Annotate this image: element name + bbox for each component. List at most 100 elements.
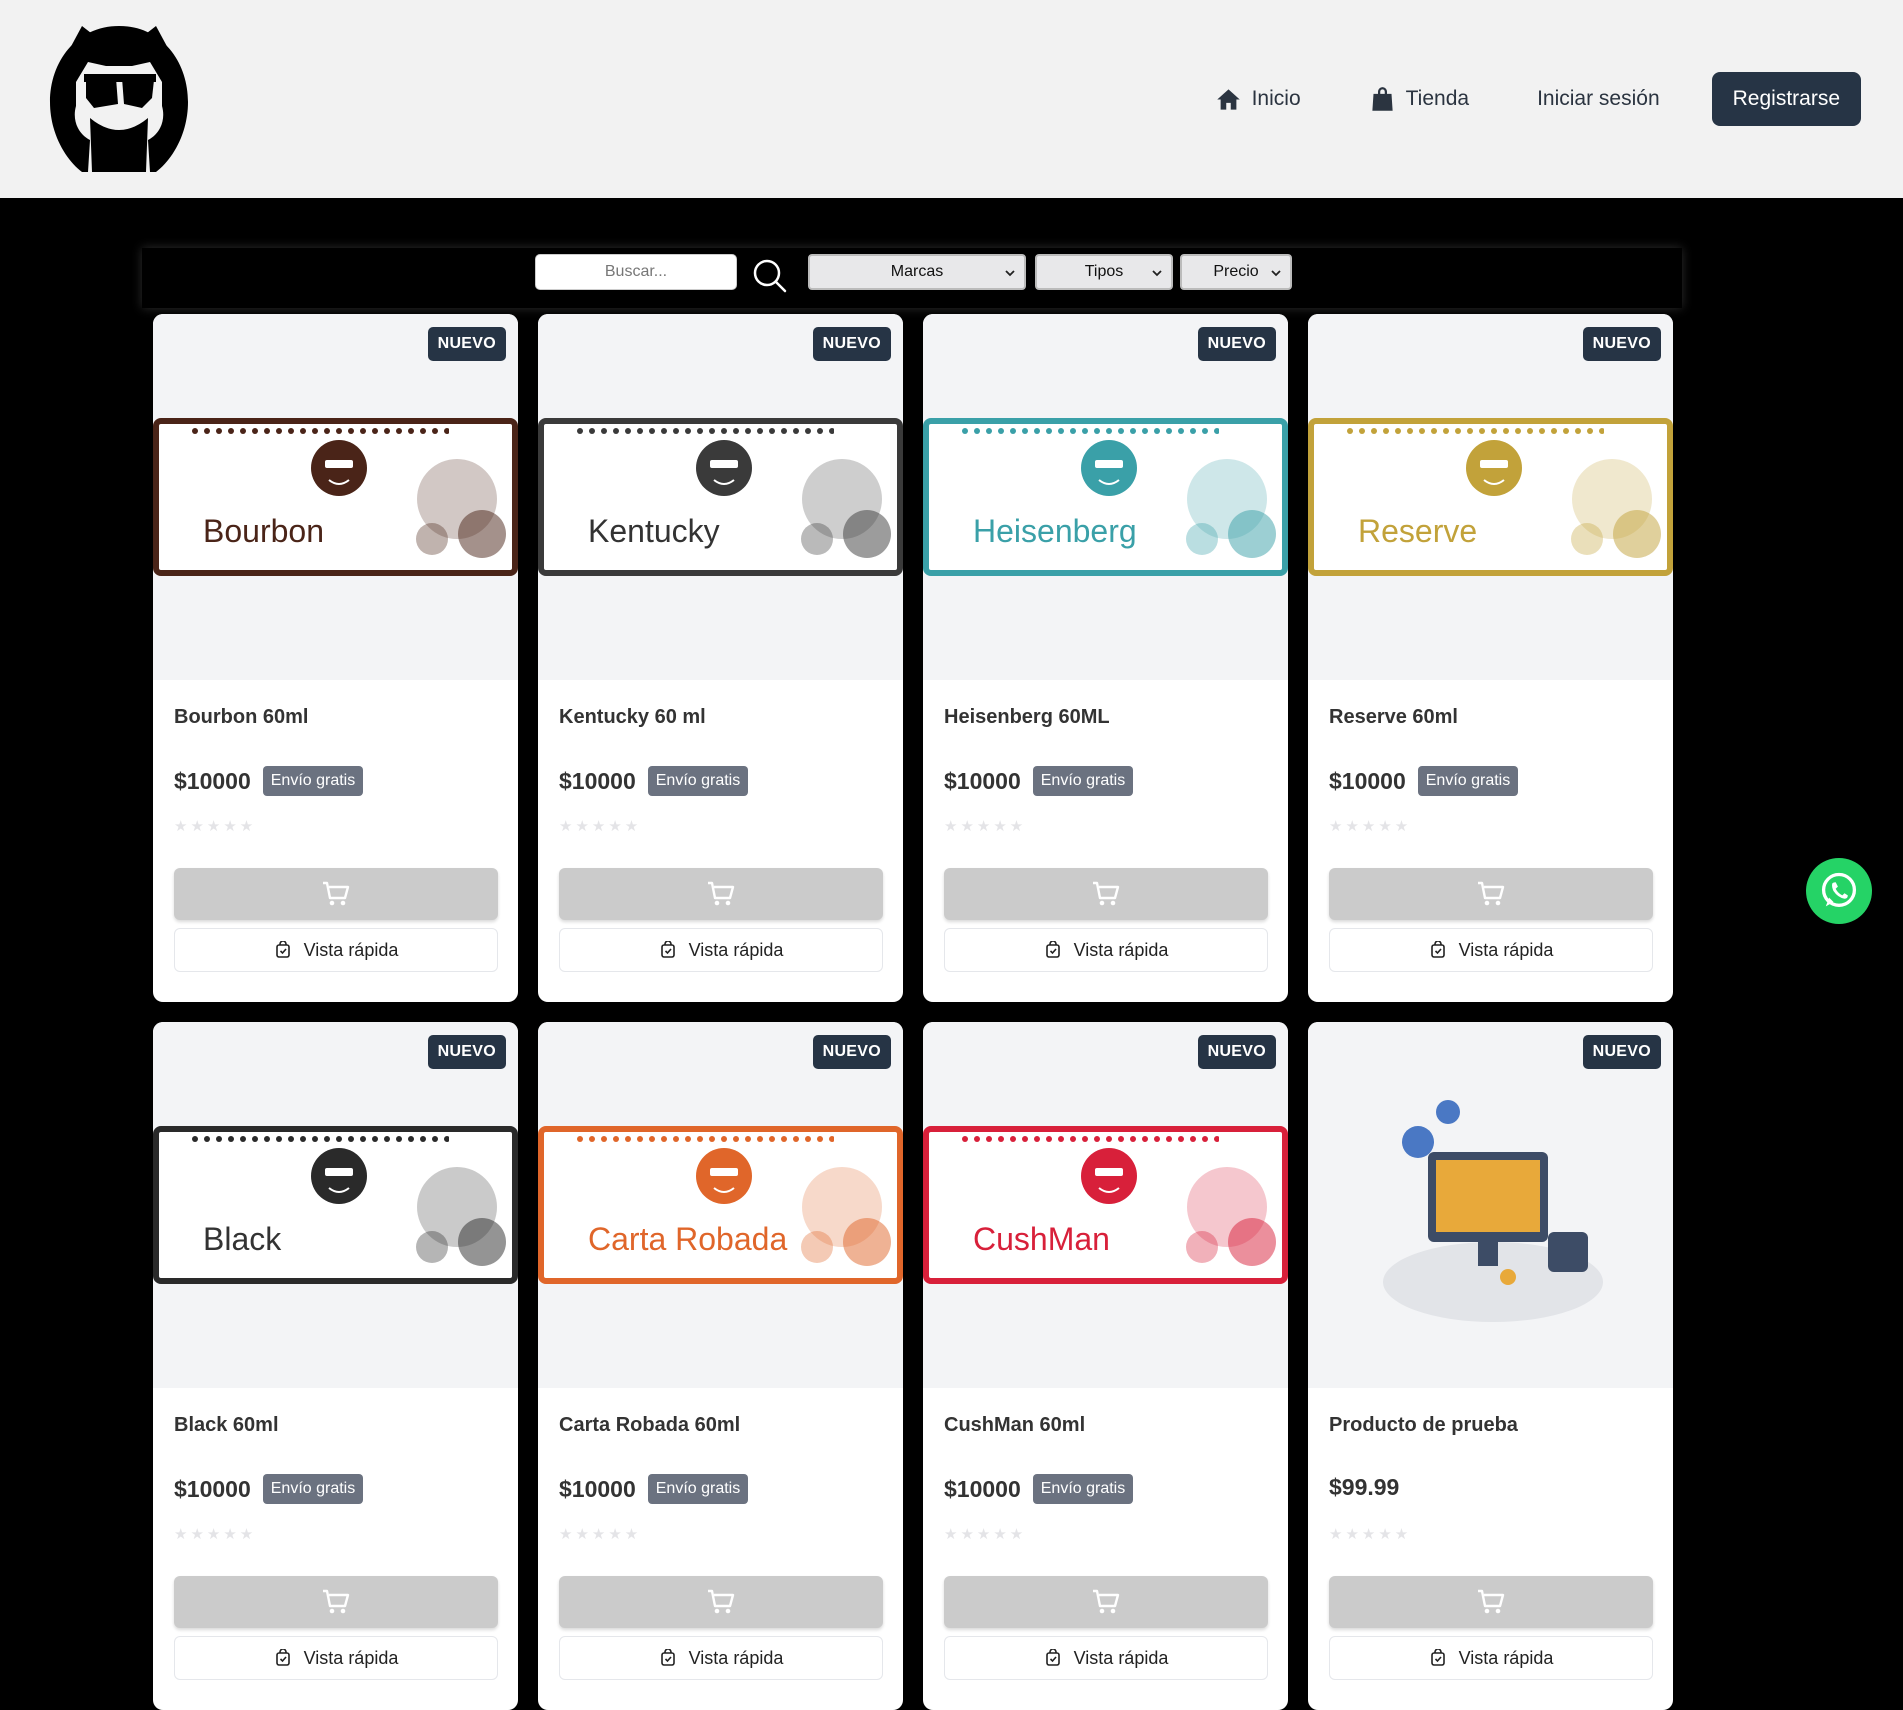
product-body: Bourbon 60ml $10000 Envío gratis ★★★★★ V… [174,680,498,1002]
whatsapp-button[interactable] [1806,858,1872,924]
cat-with-sunglasses-logo[interactable] [46,22,192,174]
add-to-cart-button[interactable] [174,868,498,920]
banner-text: Kentucky [588,513,720,549]
product-body: Black 60ml $10000 Envío gratis ★★★★★ Vis… [174,1388,498,1710]
product-card[interactable]: Bourbon NUEVO Bourbon 60ml $10000 Envío … [153,314,518,1002]
register-button[interactable]: Registrarse [1711,72,1861,126]
nav-tienda[interactable]: Tienda [1369,86,1469,113]
product-body: CushMan 60ml $10000 Envío gratis ★★★★★ V… [944,1388,1268,1710]
product-title[interactable]: Bourbon 60ml [174,706,308,729]
product-title[interactable]: Heisenberg 60ML [944,706,1110,729]
product-card[interactable]: Reserve NUEVO Reserve 60ml $10000 Envío … [1308,314,1673,1002]
free-shipping-badge: Envío gratis [1417,766,1519,796]
new-badge: NUEVO [812,327,891,361]
product-banner: Black [153,1126,518,1284]
product-body: Kentucky 60 ml $10000 Envío gratis ★★★★★… [559,680,883,1002]
price-select[interactable]: Precio [1180,254,1292,290]
product-banner: Kentucky [538,418,903,576]
product-image[interactable]: Carta Robada NUEVO [538,1022,903,1388]
add-to-cart-button[interactable] [944,1576,1268,1628]
banner-text: CushMan [973,1221,1110,1257]
quick-view-button[interactable]: Vista rápida [1329,1636,1653,1680]
product-title[interactable]: Producto de prueba [1329,1414,1518,1437]
brands-select-label: Marcas [890,263,944,280]
product-card[interactable]: Heisenberg NUEVO Heisenberg 60ML $10000 … [923,314,1288,1002]
banner-text: Heisenberg [973,513,1137,549]
product-price: $10000 [174,1475,251,1502]
product-image[interactable]: Reserve NUEVO [1308,314,1673,680]
quick-view-button[interactable]: Vista rápida [174,928,498,972]
quick-view-icon [660,1649,675,1666]
quick-view-icon [275,1649,290,1666]
new-badge: NUEVO [1197,1035,1276,1069]
quick-view-button[interactable]: Vista rápida [174,1636,498,1680]
product-image[interactable]: Bourbon NUEVO [153,314,518,680]
quick-view-button[interactable]: Vista rápida [1329,928,1653,972]
product-banner: Bourbon [153,418,518,576]
search-icon[interactable] [752,258,788,294]
free-shipping-badge: Envío gratis [1032,766,1134,796]
add-to-cart-button[interactable] [559,868,883,920]
product-card[interactable]: Kentucky NUEVO Kentucky 60 ml $10000 Env… [538,314,903,1002]
quick-view-icon [1045,1649,1060,1666]
product-banner: CushMan [923,1126,1288,1284]
product-title[interactable]: CushMan 60ml [944,1414,1085,1437]
types-select[interactable]: Tipos [1035,254,1173,290]
quick-view-button[interactable]: Vista rápida [944,928,1268,972]
product-card[interactable]: NUEVO Producto de prueba $99.99 ★★★★★ Vi… [1308,1022,1673,1710]
price-row: $10000 Envío gratis [944,766,1134,796]
product-image[interactable]: CushMan NUEVO [923,1022,1288,1388]
nav-label: Tienda [1405,87,1470,110]
brand-logo-icon [696,1148,752,1204]
rating-stars: ★★★★★ [174,1526,257,1543]
product-title[interactable]: Kentucky 60 ml [559,706,706,729]
rating-stars: ★★★★★ [559,818,642,835]
nav-label: Inicio [1251,87,1301,110]
banner-text: Bourbon [203,513,324,549]
product-image[interactable]: NUEVO [1308,1022,1673,1388]
product-card[interactable]: Black NUEVO Black 60ml $10000 Envío grat… [153,1022,518,1710]
product-title[interactable]: Carta Robada 60ml [559,1414,740,1437]
quick-view-button[interactable]: Vista rápida [944,1636,1268,1680]
types-select-label: Tipos [1084,263,1124,280]
brands-select[interactable]: Marcas [808,254,1026,290]
product-card[interactable]: CushMan NUEVO CushMan 60ml $10000 Envío … [923,1022,1288,1710]
nav-iniciar-sesion[interactable]: Iniciar sesión [1537,87,1660,111]
banner-text: Black [203,1221,282,1257]
product-image[interactable]: Black NUEVO [153,1022,518,1388]
price-select-label: Precio [1213,263,1259,280]
banner-text: Carta Robada [588,1221,788,1257]
free-shipping-badge: Envío gratis [262,1474,364,1504]
brand-logo-icon [1466,440,1522,496]
product-title[interactable]: Black 60ml [174,1414,279,1437]
add-to-cart-button[interactable] [559,1576,883,1628]
rating-stars: ★★★★★ [174,818,257,835]
product-image[interactable]: Heisenberg NUEVO [923,314,1288,680]
product-title[interactable]: Reserve 60ml [1329,706,1458,729]
brand-logo-icon [311,1148,367,1204]
nav-inicio[interactable]: Inicio [1215,86,1301,113]
add-to-cart-button[interactable] [944,868,1268,920]
product-image[interactable]: Kentucky NUEVO [538,314,903,680]
quick-view-button[interactable]: Vista rápida [559,1636,883,1680]
rating-stars: ★★★★★ [1329,1526,1412,1543]
product-price: $10000 [174,767,251,794]
price-row: $10000 Envío gratis [174,1474,364,1504]
cart-icon [708,881,735,906]
free-shipping-badge: Envío gratis [262,766,364,796]
brand-logo-icon [311,440,367,496]
new-badge: NUEVO [427,1035,506,1069]
add-to-cart-button[interactable] [1329,1576,1653,1628]
banner-text: Reserve [1358,513,1478,549]
quick-view-label: Vista rápida [1073,939,1169,960]
search-input[interactable] [535,254,737,290]
quick-view-button[interactable]: Vista rápida [559,928,883,972]
add-to-cart-button[interactable] [1329,868,1653,920]
cart-icon [708,1589,735,1614]
add-to-cart-button[interactable] [174,1576,498,1628]
product-card[interactable]: Carta Robada NUEVO Carta Robada 60ml $10… [538,1022,903,1710]
product-grid: Bourbon NUEVO Bourbon 60ml $10000 Envío … [153,314,1673,1710]
filter-bar: Marcas Tipos Precio [142,248,1682,308]
product-banner: Carta Robada [538,1126,903,1284]
cart-icon [1478,1589,1505,1614]
